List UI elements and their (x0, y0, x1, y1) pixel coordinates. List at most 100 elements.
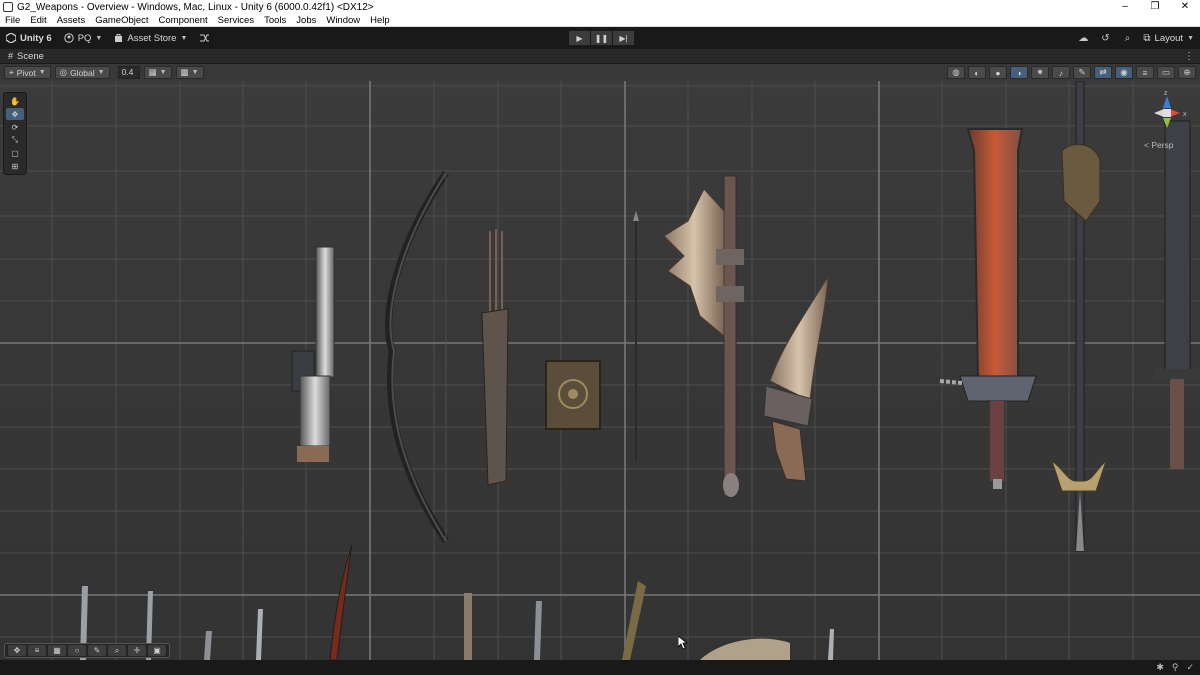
increment-snap-dropdown[interactable]: ▩ ▼ (175, 66, 204, 79)
staff-model (464, 593, 472, 660)
visibility-toggle[interactable]: ◉ (1115, 66, 1133, 79)
menu-help[interactable]: Help (365, 15, 395, 26)
shading-icon: ◐ (974, 67, 980, 78)
layout-label: Layout (1154, 32, 1184, 44)
rotate-tool-button[interactable]: ⟳ (6, 121, 24, 133)
global-view-button[interactable]: ◍ (947, 66, 965, 79)
menu-window[interactable]: Window (321, 15, 365, 26)
search-overlay-button[interactable]: ⌕ (108, 645, 126, 656)
scale-tool-button[interactable]: ⤡ (6, 134, 24, 146)
rect-icon: ▢ (11, 148, 19, 158)
menu-assets[interactable]: Assets (52, 15, 91, 26)
eye-icon: ◉ (1120, 67, 1128, 77)
unity-logo-icon (6, 33, 16, 43)
effects-dropdown[interactable]: ✷ (1031, 66, 1049, 79)
snap-icon: ✛ (133, 646, 141, 655)
menu-file[interactable]: File (0, 15, 25, 26)
search-icon: ⌕ (114, 645, 120, 655)
search-button[interactable]: ⌕ (1121, 32, 1133, 44)
check-icon[interactable]: ✓ (1186, 662, 1194, 673)
menu-services[interactable]: Services (213, 15, 259, 26)
scene-toolbar: ⌖ Pivot ▼ ◎ Global ▼ 0.4 ▦ ▼ ▩ ▼ ◍ ◐ ● ◑… (0, 64, 1200, 81)
scene-viewport[interactable] (0, 81, 1200, 660)
fx-toggle[interactable]: ✎ (1073, 66, 1091, 79)
audio-icon: ♪ (1058, 67, 1064, 78)
move-tool-button[interactable]: ✥ (6, 108, 24, 120)
chevron-down-icon: ▼ (180, 34, 188, 42)
scene-tab-label: Scene (17, 50, 44, 62)
orientation-gizmo[interactable]: z x < Persp (1142, 88, 1192, 150)
maximize-button[interactable]: ❐ (1140, 0, 1170, 14)
grid-overlay-button[interactable]: ▦ (48, 645, 66, 656)
menu-tools[interactable]: Tools (259, 15, 291, 26)
pause-button[interactable]: ❚❚ (591, 31, 612, 45)
chevron-down-icon: ▼ (159, 69, 167, 76)
bug-icon[interactable]: ✱ (1156, 662, 1164, 673)
unity-account-button[interactable]: Unity 6 (0, 29, 58, 47)
axis-z-label: z (1164, 90, 1168, 97)
version-control-button[interactable] (193, 29, 216, 47)
settings-overlay-button[interactable]: ≡ (28, 645, 46, 656)
move-overlay-button[interactable]: ✥ (8, 645, 26, 656)
global-label: Global (70, 67, 95, 78)
menu-edit[interactable]: Edit (25, 15, 51, 26)
layout-dropdown[interactable]: ⧉ Layout ▼ (1143, 29, 1194, 47)
pivot-dropdown[interactable]: ⌖ Pivot ▼ (4, 66, 51, 79)
menu-jobs[interactable]: Jobs (291, 15, 321, 26)
pivot-icon: ⌖ (9, 67, 14, 77)
asset-store-dropdown[interactable]: Asset Store ▼ (108, 29, 193, 47)
axis-gizmo-icon: z x (1154, 90, 1187, 128)
shaded-button[interactable]: ● (989, 66, 1007, 79)
camera-dropdown[interactable]: ▭ (1157, 66, 1175, 79)
play-button[interactable]: ▶ (569, 31, 590, 45)
light-overlay-button[interactable]: ✎ (88, 645, 106, 656)
lit-button[interactable]: ◑ (1010, 66, 1028, 79)
spellbook-model[interactable] (545, 360, 601, 430)
camera-icon: ▭ (1161, 67, 1171, 77)
snap-increment-input[interactable]: 0.4 (117, 66, 140, 79)
more-options-icon[interactable]: ⋮ (1184, 51, 1194, 62)
user-icon (63, 33, 74, 43)
window-title: G2_Weapons - Overview - Windows, Mac, Li… (17, 1, 374, 13)
circle-overlay-button[interactable]: ○ (68, 645, 86, 656)
transform-tool-button[interactable]: ⊞ (6, 160, 24, 172)
playback-controls: ▶ ❚❚ ▶| (569, 31, 634, 45)
scene-render (0, 81, 1200, 660)
bottom-overlay-toolbar: ✥ ≡ ▦ ○ ✎ ⌕ ✛ ▣ (4, 643, 170, 658)
layers-icon: ≡ (1142, 67, 1148, 78)
gizmos-dropdown[interactable]: ⊕ (1178, 66, 1196, 79)
globe-icon: ◎ (59, 67, 68, 77)
draw-mode-button[interactable]: ◐ (968, 66, 986, 79)
tools-overlay: ✋ ✥ ⟳ ⤡ ▢ ⊞ (3, 92, 27, 175)
audio-toggle[interactable]: ♪ (1052, 66, 1070, 79)
cloud-icon: ☁ (1078, 32, 1089, 44)
minimize-button[interactable]: – (1110, 0, 1140, 14)
menu-gameobject[interactable]: GameObject (90, 15, 153, 26)
tab-scene[interactable]: # Scene (0, 51, 52, 62)
rect-tool-button[interactable]: ▢ (6, 147, 24, 159)
chevron-down-icon: ▼ (38, 69, 46, 76)
gizmo-toggle[interactable]: ⇄ (1094, 66, 1112, 79)
grid-snap-dropdown[interactable]: ▦ ▼ (143, 66, 172, 79)
global-dropdown[interactable]: ◎ Global ▼ (54, 66, 110, 79)
menu-component[interactable]: Component (154, 15, 213, 26)
unity-app-icon (3, 2, 13, 12)
cloud-button[interactable]: ☁ (1077, 32, 1089, 44)
asset-store-label: Asset Store (127, 32, 177, 44)
camera-overlay-button[interactable]: ▣ (148, 645, 166, 656)
hand-tool-button[interactable]: ✋ (6, 95, 24, 107)
projection-label[interactable]: < Persp (1144, 140, 1174, 150)
sphere-icon: ● (995, 67, 1001, 78)
close-button[interactable]: ✕ (1170, 0, 1200, 14)
history-button[interactable]: ↺ (1099, 32, 1111, 44)
unity-version-label: Unity 6 (20, 32, 52, 44)
chevron-down-icon: ▼ (1187, 34, 1194, 42)
snap-overlay-button[interactable]: ✛ (128, 645, 146, 656)
account-dropdown[interactable]: PQ ▼ (58, 29, 109, 47)
snap-icon: ▩ (180, 67, 189, 77)
toolbar-right: ☁ ↺ ⌕ ⧉ Layout ▼ (1077, 27, 1194, 49)
layers-dropdown[interactable]: ≡ (1136, 66, 1154, 79)
step-button[interactable]: ▶| (613, 31, 634, 45)
light-icon: ◑ (1016, 67, 1022, 78)
network-icon[interactable]: ⚲ (1172, 662, 1179, 673)
